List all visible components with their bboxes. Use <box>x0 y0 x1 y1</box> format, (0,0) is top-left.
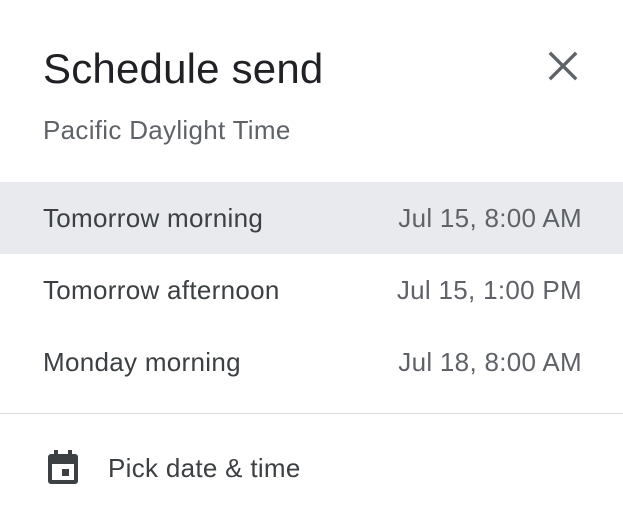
close-button[interactable] <box>538 41 588 91</box>
option-time: Jul 18, 8:00 AM <box>398 346 582 377</box>
option-label: Monday morning <box>43 346 241 377</box>
option-time: Jul 15, 1:00 PM <box>396 274 582 305</box>
close-icon <box>548 51 578 81</box>
option-label: Tomorrow morning <box>43 202 264 233</box>
schedule-options-list: Tomorrow morning Jul 15, 8:00 AM Tomorro… <box>0 182 623 398</box>
pick-date-time-button[interactable]: Pick date & time <box>0 433 623 505</box>
option-time: Jul 15, 8:00 AM <box>398 202 582 233</box>
pick-date-time-label: Pick date & time <box>108 453 301 483</box>
schedule-send-dialog: Schedule send Pacific Daylight Time Tomo… <box>0 0 623 513</box>
option-tomorrow-morning[interactable]: Tomorrow morning Jul 15, 8:00 AM <box>0 182 623 254</box>
option-label: Tomorrow afternoon <box>43 274 280 305</box>
calendar-icon <box>48 450 78 484</box>
option-monday-morning[interactable]: Monday morning Jul 18, 8:00 AM <box>0 326 623 398</box>
dialog-title: Schedule send <box>43 45 324 92</box>
timezone-label: Pacific Daylight Time <box>43 115 291 145</box>
option-tomorrow-afternoon[interactable]: Tomorrow afternoon Jul 15, 1:00 PM <box>0 254 623 326</box>
divider <box>0 413 623 414</box>
